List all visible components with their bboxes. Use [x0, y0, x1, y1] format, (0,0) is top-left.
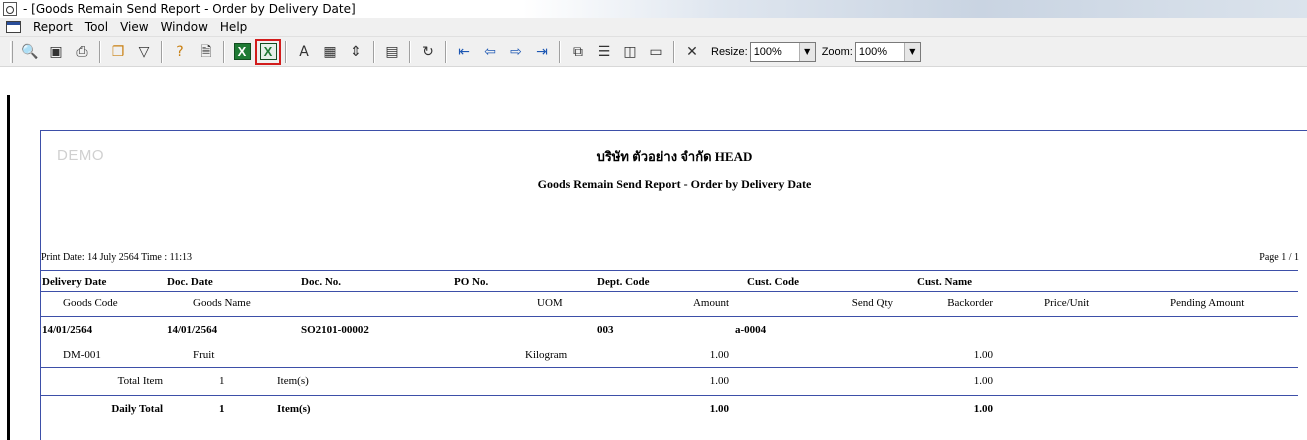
document-window-icon[interactable]: [6, 21, 21, 33]
total-item-amount: 1.00: [709, 375, 729, 387]
divider: [41, 291, 1298, 292]
daily-total-backorder: 1.00: [973, 403, 993, 415]
resize-select[interactable]: 100% ▼: [749, 41, 816, 62]
group-delivery-date: 14/01/2564: [42, 324, 93, 336]
header-send-qty: Send Qty: [851, 297, 893, 309]
toolbar: 🔍 ▣ ⎙ ❐ ▽ ? 🗎 X X A ▦ ⇕ ▤ ↻ ⇤ ⇦ ⇨ ⇥ ⧉ ☰ …: [0, 37, 1307, 67]
zoom-label: Zoom:: [821, 45, 853, 58]
zoom-value: 100%: [858, 45, 888, 58]
detail-goods-name: Fruit: [193, 349, 215, 361]
next-page-icon[interactable]: ⇨: [505, 41, 527, 63]
menu-bar: Report Tool View Window Help: [0, 18, 1307, 37]
copy-icon[interactable]: ❐: [107, 41, 129, 63]
print-setup-icon[interactable]: ▣: [45, 41, 67, 63]
workspace-border: [7, 95, 10, 440]
header-delivery-date: Delivery Date: [42, 276, 107, 288]
toolbar-separator: [99, 40, 101, 63]
page-number: Page 1 / 1: [1259, 252, 1299, 263]
divider: [41, 395, 1298, 396]
header-pending-amount: Pending Amount: [1170, 297, 1245, 309]
resize-label: Resize:: [711, 45, 748, 58]
first-page-icon[interactable]: ⇤: [453, 41, 475, 63]
total-item-unit: Item(s): [277, 375, 309, 387]
fit-icon[interactable]: ⇕: [345, 41, 367, 63]
zoom-select[interactable]: 100% ▼: [854, 41, 921, 62]
full-page-icon[interactable]: ▭: [645, 41, 667, 63]
header-cust-name: Cust. Name: [917, 276, 972, 288]
daily-total-label: Daily Total: [111, 403, 163, 415]
print-date: Print Date: 14 July 2564 Time : 11:13: [41, 252, 193, 263]
total-item-count: 1: [219, 375, 225, 387]
prev-page-icon[interactable]: ⇦: [479, 41, 501, 63]
detail-uom: Kilogram: [525, 349, 568, 361]
two-column-icon[interactable]: ◫: [619, 41, 641, 63]
header-po-no: PO No.: [454, 276, 489, 288]
menu-view[interactable]: View: [114, 20, 154, 34]
chevron-down-icon[interactable]: ▼: [903, 42, 920, 61]
daily-total-count: 1: [219, 403, 225, 415]
menu-tool[interactable]: Tool: [79, 20, 114, 34]
resize-value: 100%: [753, 45, 782, 58]
total-item-backorder: 1.00: [973, 375, 993, 387]
calculator-icon[interactable]: ▤: [381, 41, 403, 63]
header-dept-code: Dept. Code: [597, 276, 650, 288]
header-cust-code: Cust. Code: [747, 276, 799, 288]
single-row-icon[interactable]: ☰: [593, 41, 615, 63]
last-page-icon[interactable]: ⇥: [531, 41, 553, 63]
export-icon[interactable]: 🗎: [195, 41, 217, 63]
preview-icon[interactable]: 🔍: [19, 41, 41, 63]
excel-icon[interactable]: X: [231, 41, 253, 63]
menu-report[interactable]: Report: [27, 20, 79, 34]
daily-total-unit: Item(s): [277, 403, 311, 415]
detail-backorder: 1.00: [973, 349, 993, 361]
toolbar-separator: [373, 40, 375, 63]
toolbar-separator: [445, 40, 447, 63]
header-doc-date: Doc. Date: [167, 276, 213, 288]
font-icon[interactable]: A: [293, 41, 315, 63]
app-icon: [3, 2, 17, 16]
header-price-unit: Price/Unit: [1044, 297, 1090, 309]
grid-icon[interactable]: ▦: [319, 41, 341, 63]
toolbar-separator: [559, 40, 561, 63]
daily-total-amount: 1.00: [709, 403, 729, 415]
header-uom: UOM: [537, 297, 563, 309]
title-bar: - [Goods Remain Send Report - Order by D…: [0, 0, 1307, 18]
divider: [41, 367, 1298, 368]
company-name: บริษัท ตัวอย่าง จำกัด HEAD: [596, 149, 753, 164]
help-icon[interactable]: ?: [169, 41, 191, 63]
filter-icon[interactable]: ▽: [133, 41, 155, 63]
excel-export-icon[interactable]: X: [255, 38, 281, 65]
detail-amount: 1.00: [709, 349, 729, 361]
toolbar-separator: [673, 40, 675, 63]
header-doc-no: Doc. No.: [301, 276, 342, 288]
toolbar-separator: [285, 40, 287, 63]
menu-help[interactable]: Help: [214, 20, 253, 34]
header-goods-name: Goods Name: [193, 297, 251, 309]
window-title: - [Goods Remain Send Report - Order by D…: [23, 2, 356, 16]
group-doc-date: 14/01/2564: [167, 324, 218, 336]
report-title: Goods Remain Send Report - Order by Deli…: [537, 177, 812, 191]
group-cust-code: a-0004: [735, 324, 767, 336]
detail-goods-code: DM-001: [63, 349, 101, 361]
toolbar-separator: [409, 40, 411, 63]
group-dept-code: 003: [597, 324, 614, 336]
refresh-icon[interactable]: ↻: [417, 41, 439, 63]
divider: [41, 270, 1298, 271]
header-amount: Amount: [692, 297, 729, 309]
toolbar-separator: [223, 40, 225, 63]
toolbar-grip[interactable]: [10, 40, 13, 63]
header-backorder: Backorder: [947, 297, 993, 309]
multi-page-icon[interactable]: ⧉: [567, 41, 589, 63]
print-icon[interactable]: ⎙: [71, 41, 93, 63]
close-icon[interactable]: ✕: [681, 41, 703, 63]
group-doc-no: SO2101-00002: [301, 324, 369, 336]
divider: [41, 316, 1298, 317]
menu-window[interactable]: Window: [155, 20, 214, 34]
toolbar-separator: [161, 40, 163, 63]
header-goods-code: Goods Code: [63, 297, 118, 309]
total-item-label: Total Item: [117, 375, 163, 387]
report-page: DEMO บริษัท ตัวอย่าง จำกัด HEAD Goods Re…: [40, 130, 1307, 440]
chevron-down-icon[interactable]: ▼: [798, 42, 815, 61]
